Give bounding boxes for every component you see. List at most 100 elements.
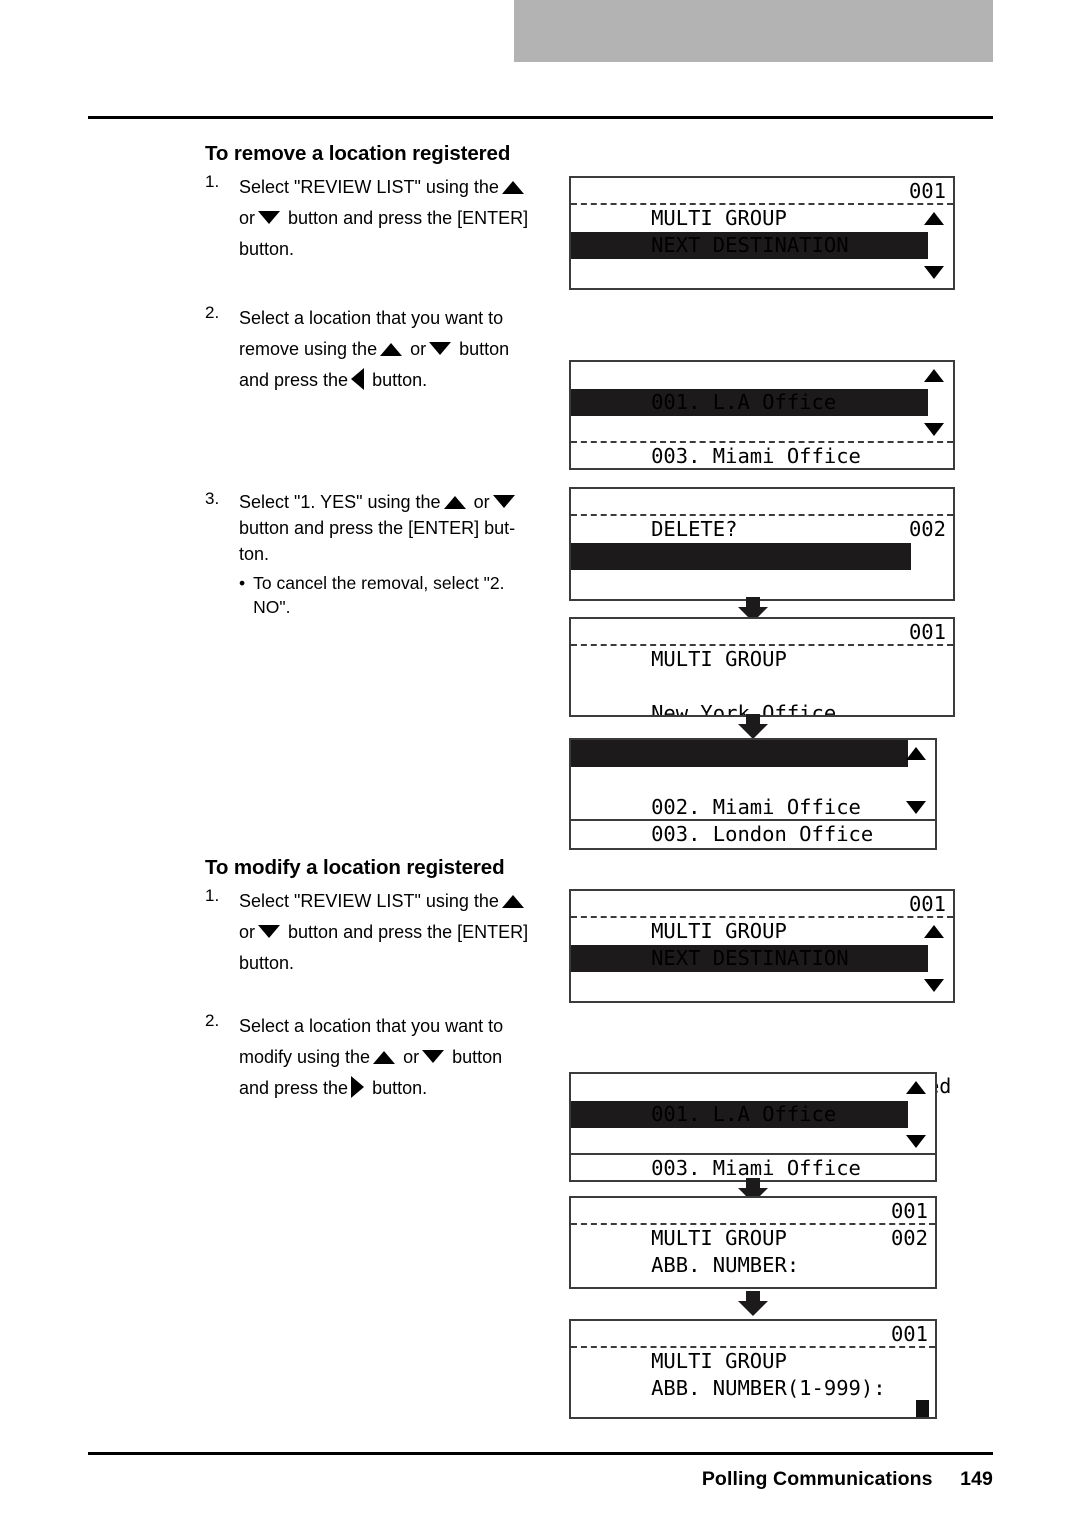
- page-number: 149: [960, 1468, 993, 1490]
- right-arrow-icon: [351, 1076, 365, 1098]
- step-text: and press the: [239, 1078, 349, 1098]
- header-rule: [88, 116, 993, 119]
- scroll-up-icon[interactable]: [924, 369, 944, 382]
- step-modify-2: 2. Select a location that you want to mo…: [205, 1011, 555, 1104]
- lcd-item-label: 002. Miami Office: [651, 795, 861, 819]
- lcd-blank-row: [571, 1375, 935, 1402]
- lcd-title-number: 001: [908, 620, 946, 644]
- lcd-item-label: NEXT DESTINATION: [651, 233, 849, 257]
- lcd-list-item-3[interactable]: 003. Miami Office: [571, 1128, 935, 1180]
- step-text: Select "1. YES" using the: [239, 492, 441, 512]
- step-number: 2.: [205, 1011, 220, 1030]
- scroll-down-icon[interactable]: [924, 266, 944, 279]
- step-modify-1: 1. Select "REVIEW LIST" using the or but…: [205, 886, 555, 979]
- lcd-menu-item-next-destination[interactable]: NEXT DESTINATION: [571, 918, 953, 970]
- lcd-title-number: 001: [890, 1199, 928, 1223]
- lcd-title-number: 001: [908, 179, 946, 203]
- step-remove-2: 2. Select a location that you want to re…: [205, 303, 555, 396]
- scroll-up-icon[interactable]: [906, 747, 926, 760]
- step-text: or: [239, 208, 256, 228]
- lcd-title-number: 001: [890, 1322, 928, 1346]
- lcd-menu-item-next-destination[interactable]: NEXT DESTINATION: [571, 205, 953, 257]
- lcd-option-no[interactable]: 2.NO: [571, 570, 953, 599]
- lcd-list-item-1[interactable]: 001. L.A Office: [571, 1074, 935, 1126]
- up-arrow-icon: [501, 181, 524, 194]
- step-text: button and press the [ENTER] but-: [239, 518, 516, 538]
- step-text: Select a location that you want to: [239, 308, 504, 328]
- step-text: remove using the: [239, 339, 378, 359]
- step-text: or: [410, 339, 427, 359]
- lcd-input-row[interactable]: [571, 1400, 935, 1417]
- step-remove-3: 3. Select "1. YES" using the or button a…: [205, 489, 555, 619]
- selection-highlight: [571, 740, 908, 767]
- lcd-list-item-1[interactable]: 001. L.A Office: [571, 740, 935, 819]
- lcd-title-row: DELETE?: [571, 489, 953, 541]
- lcd-title-row: MULTI GROUP 001: [571, 178, 953, 230]
- down-arrow-icon: [422, 1050, 445, 1063]
- lcd-option-yes[interactable]: 1.YES: [571, 543, 953, 599]
- step-text: Select a location that you want to: [239, 1016, 504, 1036]
- step-text: or: [473, 492, 490, 512]
- lcd-list-item-3[interactable]: 003. Miami Office: [571, 416, 953, 468]
- up-arrow-icon: [501, 895, 524, 908]
- lcd-blank-row: [571, 646, 953, 673]
- scroll-up-icon[interactable]: [924, 212, 944, 225]
- up-arrow-icon: [443, 496, 466, 509]
- scroll-down-icon[interactable]: [906, 801, 926, 814]
- footer-rule: [88, 1452, 993, 1455]
- lcd-screen-deleted: MULTI GROUP 001 New York Office Deleted: [569, 617, 955, 717]
- step-number: 3.: [205, 489, 220, 508]
- lcd-item-label: 003. Miami Office: [651, 444, 861, 468]
- step-text: button: [452, 1047, 503, 1067]
- text-cursor: [916, 1400, 929, 1417]
- lcd-list-item-1[interactable]: 001. L.A Office: [571, 362, 953, 414]
- lcd-item-label: 2.NO: [651, 598, 700, 599]
- lcd-item-label: NEXT DESTINATION: [651, 946, 849, 970]
- lcd-item-label: COMPLETE: [651, 287, 750, 288]
- step-text: button.: [239, 953, 295, 973]
- up-arrow-icon: [380, 343, 403, 356]
- lcd-item-label: 003. London Office: [651, 822, 874, 846]
- lcd-list-item-2[interactable]: 002. Miami Office: [571, 767, 935, 819]
- down-arrow-icon: [258, 925, 281, 938]
- lcd-screen-delete-confirm: DELETE? New York Office 002 1.YES 2.NO: [569, 487, 955, 601]
- lcd-item-label: 001. L.A Office: [651, 390, 837, 414]
- arrow-head: [738, 724, 768, 739]
- step-text: and press the: [239, 370, 349, 390]
- left-arrow-icon: [351, 368, 365, 390]
- footer-title: Polling Communications: [701, 1468, 933, 1490]
- lcd-abb-name-row: New York Office: [571, 1279, 935, 1287]
- lcd-field-value: 002: [890, 1226, 928, 1250]
- bullet-dot: •: [239, 573, 246, 593]
- section-heading-modify: To modify a location registered: [205, 856, 505, 879]
- lcd-menu-item-complete[interactable]: COMPLETE: [571, 259, 953, 288]
- lcd-screen-abb-number-input: MULTI GROUP 001 ABB. NUMBER(1-999):: [569, 1319, 937, 1419]
- lcd-screen-list-2: 001. L.A Office 002. Miami Office 003. L…: [569, 738, 937, 850]
- lcd-menu-item-complete[interactable]: COMPLETE: [571, 972, 953, 1001]
- lcd-screen-list-3: 001. L.A Office 002. New York Office 003…: [569, 1072, 937, 1182]
- lcd-abb-number-row: ABB. NUMBER: 002: [571, 1225, 935, 1277]
- lcd-title-row: MULTI GROUP 001: [571, 619, 953, 671]
- step-text: or: [403, 1047, 420, 1067]
- down-arrow-icon: [492, 495, 515, 508]
- scroll-down-icon[interactable]: [924, 979, 944, 992]
- down-arrow-icon: [258, 211, 281, 224]
- up-arrow-icon: [373, 1051, 396, 1064]
- lcd-blank-row: [571, 1252, 935, 1279]
- step-text: Select "REVIEW LIST" using the: [239, 177, 499, 197]
- lcd-screen-menu-2: MULTI GROUP 001 NEXT DESTINATION REVIEW …: [569, 889, 955, 1003]
- lcd-item-label: 001. L.A Office: [651, 1102, 837, 1126]
- scroll-up-icon[interactable]: [924, 925, 944, 938]
- scroll-down-icon[interactable]: [906, 1135, 926, 1148]
- scroll-up-icon[interactable]: [906, 1081, 926, 1094]
- lcd-title-number: 001: [908, 892, 946, 916]
- scroll-down-icon[interactable]: [924, 423, 944, 436]
- step-text: button and press the [ENTER]: [288, 208, 529, 228]
- lcd-target-number: 002: [908, 517, 946, 541]
- lcd-item-label: COMPLETE: [651, 1000, 750, 1001]
- lcd-title-row: MULTI GROUP 001: [571, 1321, 935, 1373]
- lcd-title-row: MULTI GROUP 001: [571, 891, 953, 943]
- lcd-item-label: 003. Miami Office: [651, 1156, 861, 1180]
- lcd-item-label: New York Office: [651, 701, 837, 717]
- step-text: button.: [372, 1078, 428, 1098]
